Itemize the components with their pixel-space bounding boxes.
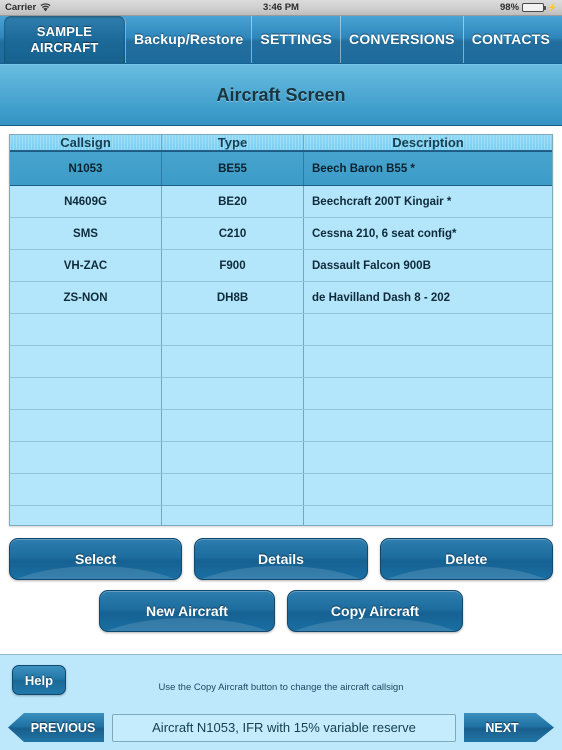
cell-empty — [304, 506, 552, 525]
cell-empty — [10, 378, 162, 409]
delete-button[interactable]: Delete — [379, 538, 553, 580]
table-row[interactable]: SMS C210 Cessna 210, 6 seat config* — [10, 218, 552, 250]
table-row-empty[interactable] — [10, 442, 552, 474]
carrier-label: Carrier — [5, 2, 37, 13]
table-row[interactable]: N1053 BE55 Beech Baron B55 * — [10, 151, 552, 186]
cell-type: F900 — [162, 250, 304, 281]
tab-settings[interactable]: SETTINGS — [252, 16, 342, 63]
tab-sample-aircraft-line2: AIRCRAFT — [30, 39, 99, 55]
column-header-description[interactable]: Description — [304, 135, 552, 150]
column-header-type[interactable]: Type — [162, 135, 304, 150]
cell-empty — [10, 410, 162, 441]
cell-empty — [10, 346, 162, 377]
table-row[interactable]: VH-ZAC F900 Dassault Falcon 900B — [10, 250, 552, 282]
cell-empty — [304, 378, 552, 409]
tab-contacts[interactable]: CONTACTS — [464, 16, 558, 63]
table-row-empty[interactable] — [10, 474, 552, 506]
cell-empty — [304, 410, 552, 441]
screen-title-bar: Aircraft Screen — [0, 64, 562, 126]
tab-contacts-label: CONTACTS — [471, 30, 551, 47]
cell-empty — [162, 474, 304, 505]
cell-empty — [10, 506, 162, 525]
details-button[interactable]: Details — [194, 538, 368, 580]
select-button[interactable]: Select — [9, 538, 183, 580]
cell-callsign: ZS-NON — [10, 282, 162, 313]
tab-sample-aircraft-line1: SAMPLE — [36, 23, 93, 39]
footer-bottom-row: PREVIOUS Aircraft N1053, IFR with 15% va… — [0, 705, 562, 750]
main-tab-bar: SAMPLE AIRCRAFT Backup/Restore SETTINGS … — [0, 16, 562, 64]
next-button[interactable]: NEXT — [464, 713, 554, 742]
tab-conversions[interactable]: CONVERSIONS — [341, 16, 464, 63]
cell-callsign: N1053 — [10, 152, 162, 185]
tab-settings-label: SETTINGS — [260, 30, 333, 47]
cell-empty — [10, 442, 162, 473]
status-field[interactable]: Aircraft N1053, IFR with 15% variable re… — [112, 713, 456, 742]
wifi-icon — [40, 3, 51, 12]
cell-empty — [162, 442, 304, 473]
new-aircraft-button[interactable]: New Aircraft — [99, 590, 275, 632]
secondary-action-row: New Aircraft Copy Aircraft — [9, 590, 553, 632]
charging-bolt-icon: ⚡ — [547, 2, 557, 12]
cell-empty — [162, 410, 304, 441]
cell-type: C210 — [162, 218, 304, 249]
column-header-callsign[interactable]: Callsign — [10, 135, 162, 150]
status-bar-left: Carrier — [5, 2, 51, 13]
page-title: Aircraft Screen — [216, 84, 346, 105]
cell-type: DH8B — [162, 282, 304, 313]
status-bar-clock: 3:46 PM — [263, 2, 299, 13]
table-row[interactable]: N4609G BE20 Beechcraft 200T Kingair * — [10, 186, 552, 218]
table-row-empty[interactable] — [10, 410, 552, 442]
table-body: N1053 BE55 Beech Baron B55 * N4609G BE20 Beec… — [10, 151, 552, 525]
hint-text: Use the Copy Aircraft button to change t… — [158, 682, 404, 693]
table-row-empty[interactable] — [10, 378, 552, 410]
cell-callsign: SMS — [10, 218, 162, 249]
footer-panel: Help Use the Copy Aircraft button to cha… — [0, 654, 562, 750]
previous-button[interactable]: PREVIOUS — [8, 713, 104, 742]
primary-action-row: Select Details Delete — [9, 538, 553, 580]
main-content: Callsign Type Description N1053 BE55 Beech… — [0, 126, 562, 632]
cell-empty — [304, 474, 552, 505]
cell-empty — [304, 346, 552, 377]
cell-empty — [162, 346, 304, 377]
cell-description: Cessna 210, 6 seat config* — [312, 227, 457, 240]
cell-type: BE55 — [162, 152, 304, 185]
tab-sample-aircraft[interactable]: SAMPLE AIRCRAFT — [4, 16, 126, 63]
table-header-row: Callsign Type Description — [10, 135, 552, 151]
cell-type: BE20 — [162, 186, 304, 217]
cell-empty — [10, 314, 162, 345]
cell-callsign: N4609G — [10, 186, 162, 217]
cell-description: Beechcraft 200T Kingair * — [312, 195, 452, 208]
cell-empty — [162, 506, 304, 525]
cell-empty — [162, 314, 304, 345]
battery-percent-label: 98% — [500, 2, 520, 13]
table-row-empty[interactable] — [10, 506, 552, 525]
cell-empty — [162, 378, 304, 409]
cell-empty — [10, 474, 162, 505]
cell-description: Beech Baron B55 * — [312, 162, 415, 175]
aircraft-table[interactable]: Callsign Type Description N1053 BE55 Beech… — [9, 134, 553, 526]
footer-top-row: Help Use the Copy Aircraft button to cha… — [0, 655, 562, 705]
status-bar-right: 98% ⚡ — [500, 2, 557, 13]
copy-aircraft-button[interactable]: Copy Aircraft — [287, 590, 463, 632]
table-row-empty[interactable] — [10, 314, 552, 346]
battery-icon — [522, 3, 547, 12]
cell-empty — [304, 314, 552, 345]
ios-status-bar: Carrier 3:46 PM 98% ⚡ — [0, 0, 562, 16]
table-row-empty[interactable] — [10, 346, 552, 378]
table-row[interactable]: ZS-NON DH8B de Havilland Dash 8 - 202 — [10, 282, 552, 314]
tab-backup-restore-label: Backup/Restore — [134, 30, 244, 47]
tab-backup-restore[interactable]: Backup/Restore — [126, 16, 253, 63]
cell-empty — [304, 442, 552, 473]
help-button[interactable]: Help — [12, 665, 66, 695]
cell-callsign: VH-ZAC — [10, 250, 162, 281]
tab-conversions-label: CONVERSIONS — [349, 30, 455, 47]
cell-description: Dassault Falcon 900B — [312, 259, 431, 272]
cell-description: de Havilland Dash 8 - 202 — [312, 291, 451, 304]
